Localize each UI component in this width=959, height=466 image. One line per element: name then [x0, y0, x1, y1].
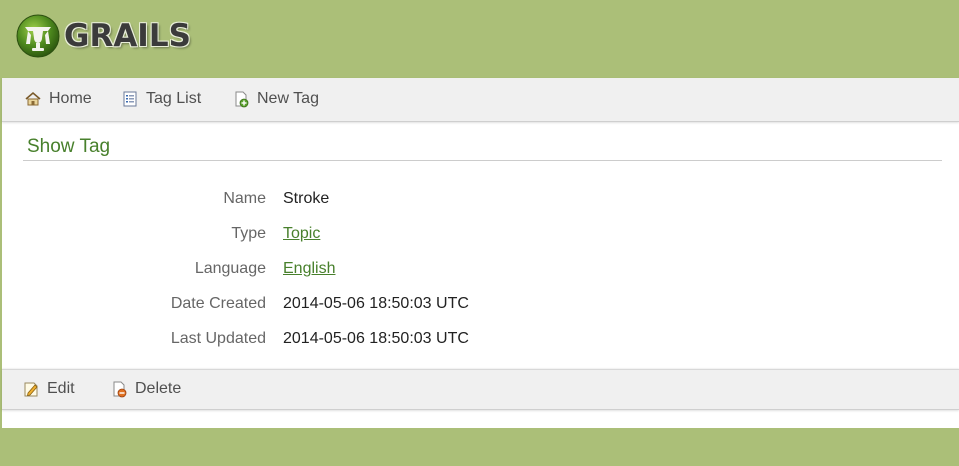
delete-button-label: Delete [135, 380, 182, 397]
nav-tag-list-link[interactable]: Tag List [121, 90, 201, 108]
field-type-row: Type Topic [2, 225, 959, 245]
grails-logo[interactable]: GRAILS [16, 14, 191, 58]
list-icon [123, 91, 137, 107]
field-name-row: Name Stroke [2, 190, 959, 210]
new-document-icon [235, 91, 249, 108]
field-name-value: Stroke [283, 190, 330, 207]
field-date-created-row: Date Created 2014-05-06 18:50:03 UTC [2, 295, 959, 315]
field-last-updated-row: Last Updated 2014-05-06 18:50:03 UTC [2, 330, 959, 350]
field-date-created-value: 2014-05-06 18:50:03 UTC [283, 295, 469, 312]
grails-cup-icon [16, 14, 60, 58]
field-language-link[interactable]: English [283, 260, 335, 278]
field-last-updated-label: Last Updated [170, 330, 266, 347]
edit-icon [24, 382, 38, 397]
edit-button-label: Edit [47, 380, 75, 397]
home-icon [25, 91, 41, 106]
nav-home-label: Home [49, 90, 92, 107]
header: GRAILS [0, 0, 959, 78]
field-language-label: Language [194, 260, 266, 277]
delete-button[interactable]: Delete [110, 380, 181, 398]
logo-text: GRAILS [64, 18, 191, 54]
field-name-label: Name [223, 190, 266, 207]
field-last-updated-value: 2014-05-06 18:50:03 UTC [283, 330, 469, 347]
page-title: Show Tag [23, 136, 942, 161]
main-content: Home Tag List New Tag Show Tag Name Stro… [2, 78, 959, 428]
nav-new-tag-link[interactable]: New Tag [232, 90, 319, 108]
nav-new-tag-label: New Tag [257, 90, 319, 107]
field-language-row: Language English [2, 260, 959, 280]
edit-button[interactable]: Edit [22, 380, 75, 398]
button-bar: Edit Delete [2, 369, 959, 410]
nav-tag-list-label: Tag List [146, 90, 202, 107]
field-date-created-label: Date Created [170, 295, 266, 312]
nav-bar: Home Tag List New Tag [2, 78, 959, 122]
nav-home-link[interactable]: Home [24, 90, 92, 108]
field-type-label: Type [231, 225, 266, 242]
delete-icon [113, 381, 127, 398]
field-type-link[interactable]: Topic [283, 225, 320, 243]
